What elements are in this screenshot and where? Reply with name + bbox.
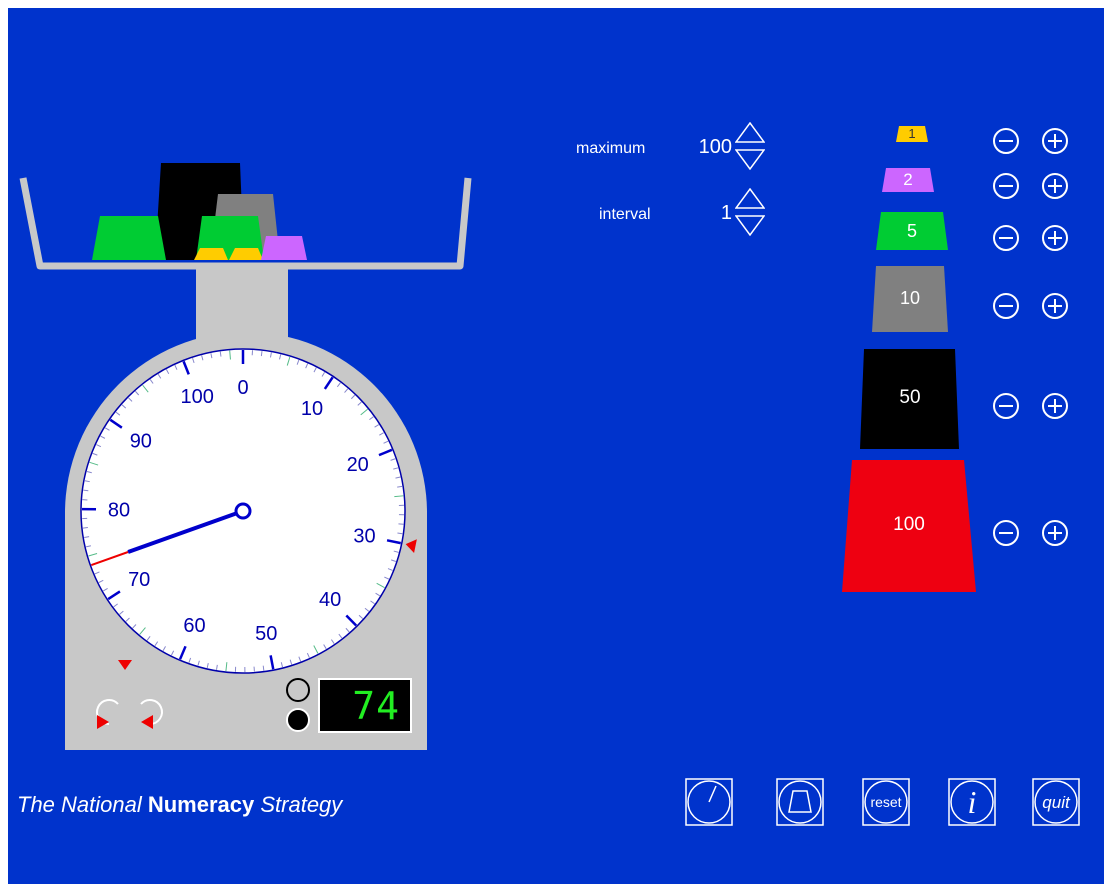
dial-number: 50: [255, 623, 277, 645]
pan-weight-5a: [92, 216, 166, 260]
maximum-value: 100: [698, 136, 732, 158]
weight-2-button[interactable]: 2: [880, 168, 936, 192]
pan-weight-1b: [229, 248, 263, 260]
dial-number: 0: [237, 377, 248, 399]
minus-icon[interactable]: [992, 392, 1020, 420]
weight-5-label: 5: [906, 221, 917, 241]
plus-icon[interactable]: [1041, 519, 1069, 547]
weight-2-label: 2: [903, 170, 913, 189]
weight-icon[interactable]: [776, 778, 824, 826]
minus-icon[interactable]: [992, 224, 1020, 252]
digital-value: 74: [352, 684, 400, 728]
dial-number: 100: [181, 386, 214, 408]
minus-icon[interactable]: [992, 292, 1020, 320]
weight-1-button[interactable]: 1: [894, 126, 930, 142]
dial-number: 20: [347, 454, 369, 476]
plus-icon[interactable]: [1041, 127, 1069, 155]
dial-pivot: [234, 502, 252, 520]
dial-tick: [260, 351, 263, 357]
footer-part2: Numeracy: [147, 792, 255, 817]
dial-tick: [82, 527, 88, 529]
weight-10-label: 10: [899, 288, 921, 308]
plus-icon[interactable]: [1041, 392, 1069, 420]
weight-50-button[interactable]: 50: [858, 349, 962, 449]
plus-icon[interactable]: [1041, 172, 1069, 200]
dial-number: 90: [130, 431, 152, 453]
interval-value: 1: [720, 202, 732, 224]
pan-weights: [92, 163, 307, 260]
weight-10-button[interactable]: 10: [870, 266, 950, 332]
footer-part3: Strategy: [254, 792, 343, 817]
minus-icon[interactable]: [992, 172, 1020, 200]
pan-weight-2: [261, 236, 307, 260]
dial-number: 30: [353, 526, 375, 548]
reset-label: reset: [870, 794, 901, 810]
dial-number: 80: [108, 500, 130, 522]
dial-tick: [262, 665, 265, 671]
footer-brand: The National Numeracy Strategy: [17, 792, 342, 818]
minus-icon[interactable]: [992, 127, 1020, 155]
plus-icon[interactable]: [1041, 292, 1069, 320]
dial-tick: [219, 351, 222, 357]
down-arrow-icon[interactable]: [735, 214, 765, 236]
down-arrow-icon[interactable]: [735, 148, 765, 170]
weight-100-button[interactable]: 100: [840, 460, 978, 592]
plus-icon[interactable]: [1041, 224, 1069, 252]
dial-number: 10: [301, 398, 323, 420]
footer-part1: The National: [17, 792, 148, 817]
quit-icon[interactable]: quit: [1032, 778, 1080, 826]
pan-weight-1a: [194, 248, 228, 260]
minus-icon[interactable]: [992, 519, 1020, 547]
digital-display: 74: [318, 678, 412, 733]
interval-label: interval: [599, 206, 651, 223]
reset-icon[interactable]: reset: [862, 778, 910, 826]
dial-number: 70: [128, 569, 150, 591]
app-stage: 0 10 20 30 40 50 60 70 80 90 100 74 maximum 100 in…: [8, 8, 1104, 884]
weight-50-label: 50: [899, 387, 921, 408]
quit-label: quit: [1042, 793, 1071, 812]
info-label: i: [968, 784, 977, 820]
weight-5-button[interactable]: 5: [874, 212, 950, 250]
up-arrow-icon[interactable]: [735, 188, 765, 210]
dial-tick: [83, 489, 89, 492]
up-arrow-icon[interactable]: [735, 122, 765, 144]
display-off-toggle[interactable]: [286, 678, 310, 702]
dial-number: 40: [319, 589, 341, 611]
dial-number: 60: [183, 615, 205, 637]
maximum-label: maximum: [576, 140, 646, 157]
weight-100-label: 100: [893, 514, 925, 535]
info-icon[interactable]: i: [948, 778, 996, 826]
display-on-toggle[interactable]: [286, 708, 310, 732]
dial-tick: [397, 532, 403, 535]
weight-1-label: 1: [908, 126, 916, 141]
dial-icon[interactable]: [685, 778, 733, 826]
